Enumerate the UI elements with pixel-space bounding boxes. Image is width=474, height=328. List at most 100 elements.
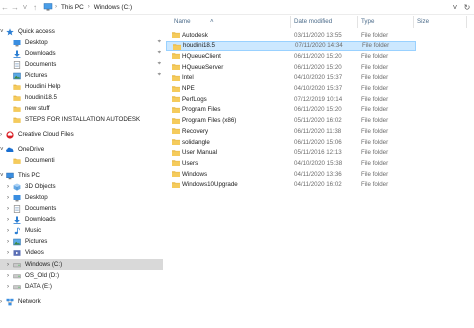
chevron-down-icon[interactable]: ˅ — [0, 29, 4, 35]
forward-icon[interactable]: → — [10, 1, 20, 13]
sidebar-item-label: OneDrive — [18, 146, 45, 153]
table-row[interactable]: HQueueServer 06/11/2020 15:20 File folder — [166, 62, 416, 72]
folder-icon — [172, 139, 180, 145]
file-type: File folder — [361, 138, 389, 146]
folder-icon — [13, 83, 21, 91]
chevron-right-icon[interactable]: › — [0, 132, 2, 138]
sidebar-item-pictures[interactable]: Pictures ⌖ — [0, 70, 163, 81]
breadcrumb-windows-c[interactable]: Windows (C:) — [94, 4, 132, 11]
sidebar-item-onedrive[interactable]: ˅ OneDrive — [0, 144, 163, 155]
file-name: Users — [182, 159, 199, 167]
table-row[interactable]: Program Files (x86) 05/11/2020 16:02 File … — [166, 116, 416, 126]
file-name: HQueueClient — [182, 52, 221, 60]
sidebar-item-videos[interactable]: › Videos — [0, 247, 163, 258]
column-header-type[interactable]: Type — [361, 18, 374, 25]
folder-icon — [13, 94, 21, 102]
onedrive-icon — [6, 146, 14, 154]
file-name: PerfLogs — [182, 95, 207, 103]
table-row[interactable]: Windows10Upgrade 04/11/2020 16:02 File fol… — [166, 180, 416, 190]
table-row[interactable]: solidangle 06/11/2020 15:06 File folder — [166, 137, 416, 147]
sidebar-item-label: Videos — [25, 249, 44, 256]
sidebar-item-windows-c[interactable]: › Windows (C:) — [0, 259, 163, 270]
sidebar-item-desktop[interactable]: › Desktop — [0, 192, 163, 203]
file-type: File folder — [361, 181, 389, 189]
sidebar-item-downloads[interactable]: › Downloads — [0, 214, 163, 225]
folder-icon — [172, 128, 180, 135]
chevron-right-icon[interactable]: › — [0, 299, 2, 305]
sidebar-item-label: Documenti — [25, 157, 55, 164]
file-date: 04/11/2020 16:02 — [294, 181, 342, 189]
table-row[interactable]: Windows 04/11/2020 13:36 File folder — [166, 169, 416, 179]
file-name: Windows — [182, 170, 208, 178]
sidebar-item-label: 3D Objects — [25, 183, 56, 190]
sidebar-item-os-old-d[interactable]: › OS_Old (D:) — [0, 270, 163, 281]
table-row[interactable]: NPE 04/10/2020 15:37 File folder — [166, 84, 416, 94]
file-type: File folder — [362, 42, 390, 50]
sidebar-item-data-e[interactable]: › DATA (E:) — [0, 281, 163, 292]
sidebar-item-label: Downloads — [25, 216, 56, 223]
table-row[interactable]: Recovery 06/11/2020 11:38 File folder — [166, 126, 416, 136]
table-row[interactable]: Autodesk 03/11/2020 13:55 File folder — [166, 30, 416, 40]
breadcrumb-this-pc[interactable]: This PC — [61, 4, 84, 11]
refresh-icon[interactable]: ↻ — [462, 1, 472, 13]
folder-icon — [172, 107, 180, 113]
star-icon — [6, 27, 14, 36]
table-row[interactable]: PerfLogs 07/12/2019 10:14 File folder — [166, 94, 416, 104]
table-row[interactable]: Users 04/10/2020 15:38 File folder — [166, 158, 416, 168]
sidebar-item-creative-cloud-files[interactable]: › Creative Cloud Files — [0, 129, 163, 140]
sidebar-item-network[interactable]: › Network — [0, 296, 163, 307]
drive-icon — [13, 283, 21, 291]
chevron-right-icon[interactable]: › — [7, 284, 9, 290]
up-icon[interactable]: ↑ — [30, 1, 40, 13]
sidebar-item-houdini18-5[interactable]: houdini18.5 — [0, 92, 163, 103]
folder-icon — [172, 181, 180, 188]
sidebar-item-documenti[interactable]: Documenti — [0, 155, 163, 166]
file-type: File folder — [361, 85, 389, 92]
chevron-right-icon[interactable]: › — [7, 184, 9, 190]
sidebar-item-documents[interactable]: › Documents — [0, 203, 163, 214]
chevron-down-icon[interactable]: ˅ — [0, 147, 4, 153]
column-header-size[interactable]: Size — [417, 18, 429, 25]
chevron-right-icon[interactable]: › — [7, 239, 9, 245]
sidebar-item-quick-access[interactable]: ˅ Quick access — [0, 26, 163, 37]
table-row[interactable]: Intel 04/10/2020 15:37 File folder — [166, 73, 416, 83]
file-date: 04/10/2020 15:38 — [294, 159, 343, 167]
table-row[interactable]: Program Files 06/11/2020 15:20 File folder — [166, 105, 416, 115]
file-name: Program Files (x86) — [182, 117, 237, 125]
back-icon[interactable]: ← — [0, 1, 10, 13]
recent-locations-icon[interactable]: ˅ — [20, 1, 30, 13]
chevron-down-icon[interactable]: ˅ — [0, 173, 4, 179]
column-header-date[interactable]: Date modified — [294, 18, 332, 25]
sidebar-item-documents[interactable]: Documents ⌖ — [0, 59, 163, 70]
folder-icon — [172, 117, 180, 124]
table-row[interactable]: HQueueClient 06/11/2020 15:20 File folder — [166, 51, 416, 61]
chevron-right-icon[interactable]: › — [7, 250, 9, 256]
column-header-name[interactable]: Name — [174, 18, 191, 25]
sidebar-item-desktop[interactable]: Desktop ⌖ — [0, 37, 163, 48]
table-row[interactable]: User Manual 05/11/2016 12:13 File folder — [166, 148, 416, 158]
sidebar-item-label: Quick access — [18, 28, 55, 35]
sidebar-item-steps-for-installation-autodesk[interactable]: STEPS FOR INSTALLATION AUTODESK — [0, 114, 163, 125]
computer-icon — [43, 3, 53, 11]
file-list: ˄ Name Date modified Type Size Autodesk 0… — [166, 15, 474, 328]
sidebar-item-houdini-help[interactable]: Houdini Help — [0, 81, 163, 92]
sidebar-item-downloads[interactable]: Downloads ⌖ — [0, 48, 163, 59]
download-icon — [13, 50, 21, 58]
folder-icon — [172, 64, 180, 71]
sidebar-item-3d-objects[interactable]: › 3D Objects — [0, 181, 163, 192]
sidebar-item-label: Houdini Help — [25, 83, 61, 90]
dropdown-icon[interactable]: ˅ — [450, 1, 460, 13]
sidebar-item-pictures[interactable]: › Pictures — [0, 236, 163, 247]
sidebar-item-new-stuff[interactable]: new stuff — [0, 103, 163, 114]
chevron-right-icon[interactable]: › — [7, 206, 9, 212]
chevron-right-icon[interactable]: › — [7, 195, 9, 201]
chevron-right-icon[interactable]: › — [7, 228, 9, 234]
table-row[interactable]: houdini18.5 07/11/2020 14:34 File folder — [166, 40, 416, 51]
sidebar-item-this-pc[interactable]: ˅ This PC — [0, 170, 163, 181]
file-name: Program Files — [182, 106, 221, 114]
chevron-right-icon[interactable]: › — [7, 262, 9, 268]
chevron-right-icon[interactable]: › — [7, 273, 9, 279]
file-type: File folder — [361, 170, 389, 178]
chevron-right-icon[interactable]: › — [7, 217, 9, 223]
sidebar-item-music[interactable]: › Music — [0, 225, 163, 236]
